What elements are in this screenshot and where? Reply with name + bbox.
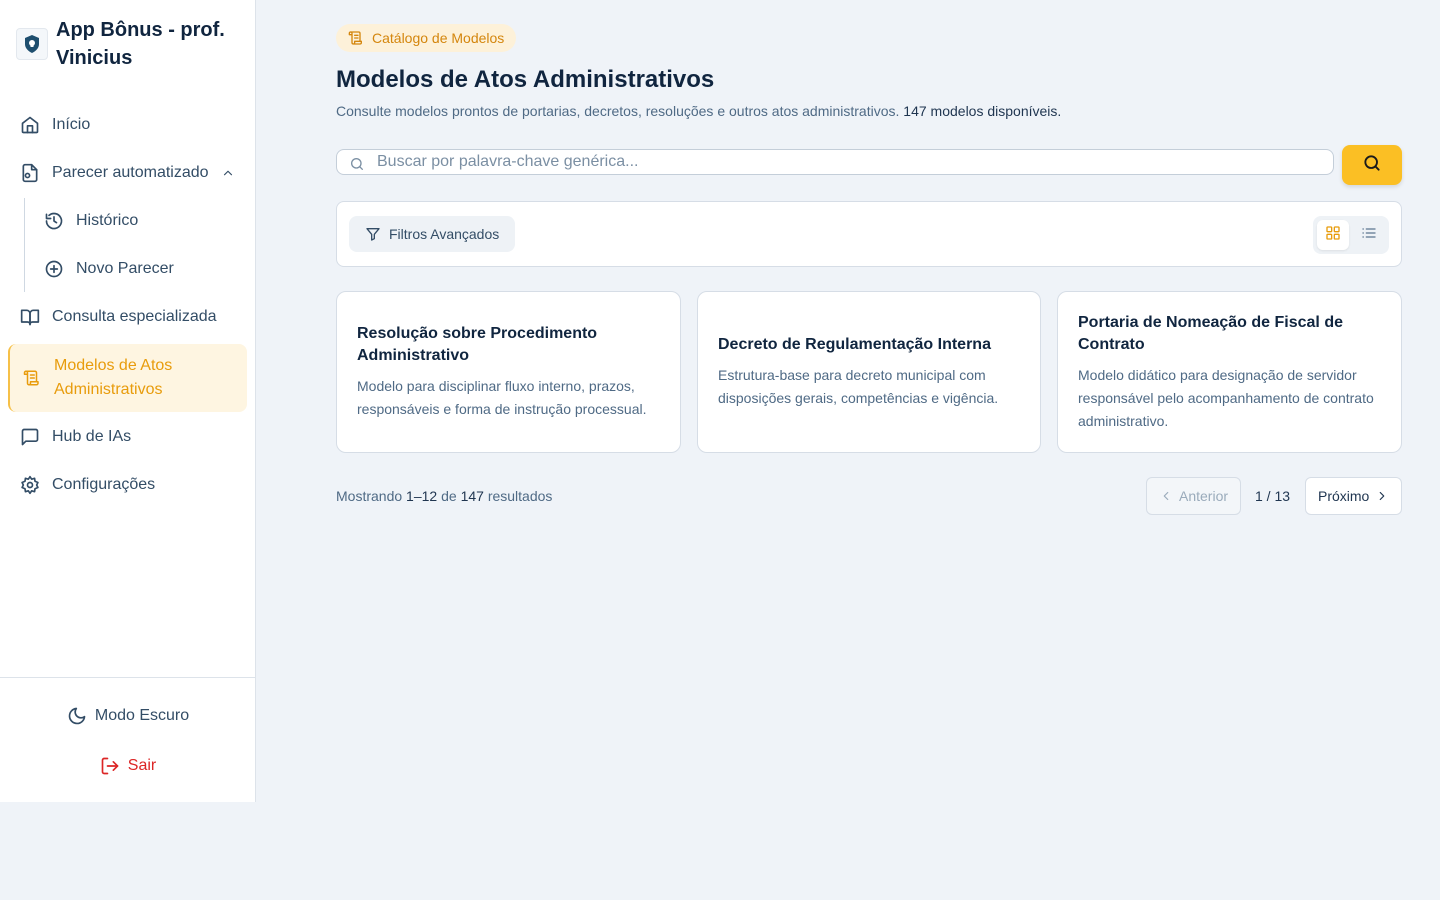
sidebar-item-label: Novo Parecer: [76, 260, 174, 277]
catalog-badge: Catálogo de Modelos: [336, 24, 517, 52]
sidebar-item-label: Configurações: [52, 476, 156, 493]
sidebar-item-label: Parecer automatizado: [52, 164, 209, 181]
chat-icon: [20, 427, 40, 447]
view-mode-toggle: [1313, 216, 1389, 254]
dark-mode-button[interactable]: Modo Escuro: [0, 701, 256, 731]
grid-icon: [1325, 225, 1341, 246]
model-card-description: Modelo didático para designação de servi…: [1078, 366, 1374, 429]
filter-icon: [365, 226, 381, 242]
plus-circle-icon: [44, 259, 64, 279]
model-card-title: Portaria de Nomeação de Fiscal de Contra…: [1078, 313, 1343, 353]
search-icon: [349, 156, 365, 172]
sidebar-item-label: Consulta especializada: [52, 308, 217, 325]
chevron-left-icon: [1159, 489, 1173, 503]
previous-page-button[interactable]: Anterior: [1146, 477, 1241, 515]
model-card[interactable]: Resolução sobre Procedimento Administrat…: [336, 291, 681, 453]
results-of: de: [441, 488, 457, 504]
results-range: 1–12: [406, 488, 438, 504]
logout-label: Sair: [127, 757, 157, 774]
home-icon: [20, 115, 40, 135]
model-card[interactable]: Decreto de Regulamentação Interna Estrut…: [697, 291, 1041, 453]
page-title: Modelos de Atos Administrativos: [336, 66, 715, 93]
sidebar-item-modelos-atos[interactable]: Modelos de Atos Administrativos: [8, 344, 247, 412]
book-open-icon: [20, 307, 40, 327]
results-suffix: resultados: [487, 488, 553, 504]
grid-view-button[interactable]: [1317, 220, 1349, 250]
previous-page-label: Anterior: [1179, 488, 1229, 504]
model-card-title: Decreto de Regulamentação Interna: [718, 336, 991, 353]
chevron-right-icon: [1375, 489, 1389, 503]
search-field[interactable]: [336, 149, 1334, 175]
sidebar-item-label: Histórico: [76, 212, 139, 229]
results-total: 147: [460, 488, 484, 504]
sidebar-item-label: Início: [52, 116, 91, 133]
history-icon: [44, 211, 64, 231]
sidebar-item-consulta-especializada[interactable]: Consulta especializada: [8, 295, 247, 339]
advanced-filters-button[interactable]: Filtros Avançados: [349, 216, 516, 252]
sidebar-item-label: Modelos de Atos Administrativos: [54, 357, 173, 398]
sidebar-item-parecer-automatizado[interactable]: Parecer automatizado: [8, 151, 247, 195]
moon-icon: [67, 706, 87, 726]
search-button[interactable]: [1342, 145, 1402, 185]
sidebar-item-novo-parecer[interactable]: Novo Parecer: [34, 247, 247, 291]
sidebar: App Bônus - prof. Vinicius Início Parece…: [0, 0, 256, 802]
page-subtitle: Consulte modelos prontos de portarias, d…: [336, 103, 1061, 119]
model-card[interactable]: Portaria de Nomeação de Fiscal de Contra…: [1057, 291, 1402, 453]
app-logo: [16, 28, 48, 60]
results-summary: Mostrando 1–12 de 147 resultados: [336, 488, 552, 504]
list-icon: [1361, 225, 1377, 246]
document-icon: [20, 163, 40, 183]
catalog-badge-label: Catálogo de Modelos: [372, 30, 505, 46]
sidebar-item-configuracoes[interactable]: Configurações: [8, 463, 247, 507]
model-card-description: Estrutura-base para decreto municipal co…: [718, 367, 999, 406]
scroll-icon: [22, 368, 42, 388]
sidebar-item-inicio[interactable]: Início: [8, 103, 247, 147]
brand[interactable]: App Bônus - prof. Vinicius: [16, 16, 246, 72]
scroll-icon: [348, 30, 364, 46]
model-card-description: Modelo para disciplinar fluxo interno, p…: [357, 378, 647, 417]
results-prefix: Mostrando: [336, 488, 403, 504]
chevron-up-icon[interactable]: [221, 166, 235, 180]
page-indicator: 1 / 13: [1255, 488, 1291, 504]
advanced-filters-label: Filtros Avançados: [389, 226, 500, 242]
filter-bar: Filtros Avançados: [336, 201, 1402, 267]
gear-icon: [20, 475, 40, 495]
logout-button[interactable]: Sair: [0, 751, 256, 781]
model-card-title: Resolução sobre Procedimento Administrat…: [357, 325, 598, 364]
next-page-label: Próximo: [1318, 488, 1370, 504]
sidebar-item-label: Hub de IAs: [52, 428, 132, 445]
page-subtitle-text: Consulte modelos prontos de portarias, d…: [336, 103, 900, 119]
app-title: App Bônus - prof. Vinicius: [56, 19, 225, 69]
next-page-button[interactable]: Próximo: [1305, 477, 1402, 515]
sidebar-item-hub-ias[interactable]: Hub de IAs: [8, 415, 247, 459]
dark-mode-label: Modo Escuro: [94, 707, 190, 724]
logout-icon: [100, 756, 120, 776]
submenu-guide-line: [24, 198, 25, 292]
search-icon: [1362, 153, 1382, 178]
models-count: 147 modelos disponíveis.: [903, 103, 1062, 119]
sidebar-item-historico[interactable]: Histórico: [34, 199, 247, 243]
list-view-button[interactable]: [1353, 220, 1385, 250]
search-input[interactable]: [377, 153, 1333, 171]
sidebar-footer: Modo Escuro Sair: [0, 677, 256, 802]
